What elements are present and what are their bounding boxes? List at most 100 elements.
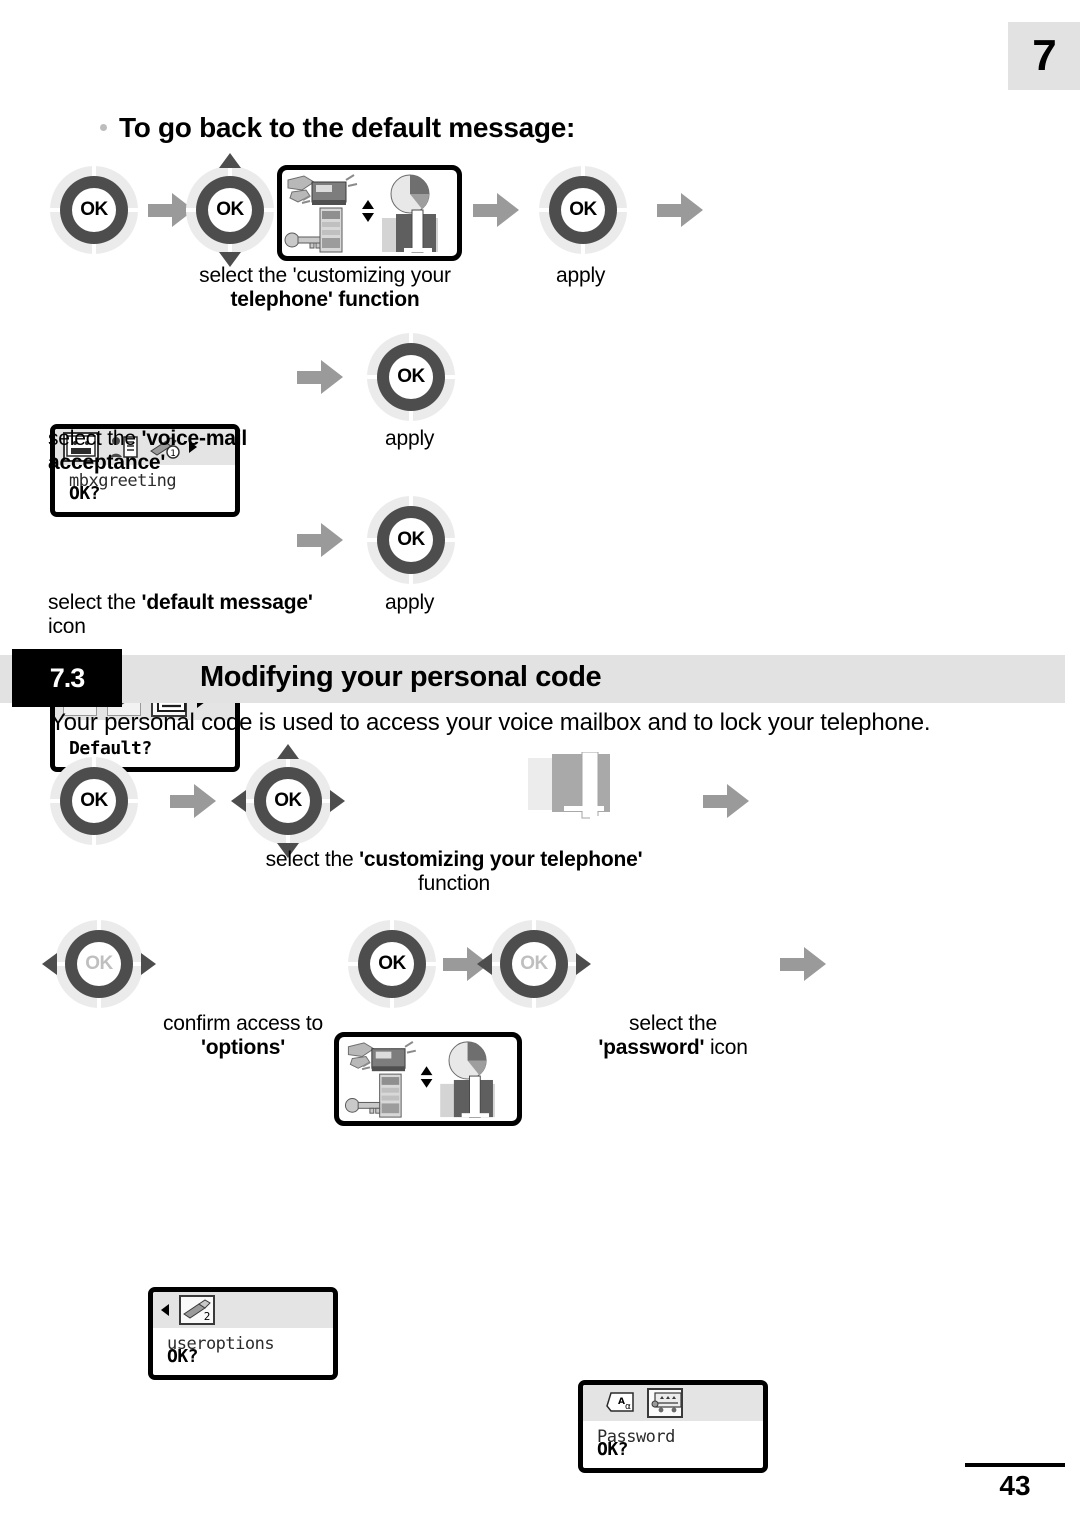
caption-select-customizing-telephone-2: select the 'customizing your telephone' … — [230, 848, 678, 895]
arrow-left-icon[interactable] — [477, 953, 492, 975]
nav-wheel-leftright-2[interactable]: OK — [477, 920, 591, 1008]
arrow-head — [321, 523, 343, 557]
ok-button-label[interactable]: OK — [389, 355, 433, 399]
flow-arrow-3 — [657, 193, 703, 227]
ok-button-label[interactable]: OK — [561, 188, 605, 232]
caption-line-2: telephone' function — [230, 287, 420, 311]
lcd-line-2: OK? — [167, 1346, 199, 1367]
ok-button-label[interactable]: OK — [72, 779, 116, 823]
caption-plain: select the — [48, 427, 142, 450]
svg-text:α: α — [625, 1402, 631, 1412]
arrow-shaft — [780, 958, 807, 971]
flow-arrow-2 — [473, 193, 519, 227]
keypad-icon[interactable] — [647, 1388, 683, 1418]
arrow-shaft — [657, 204, 684, 217]
arrow-shaft — [703, 795, 730, 808]
settings-tools-2-icon[interactable]: 2 — [179, 1295, 215, 1325]
arrow-left-icon[interactable] — [231, 790, 246, 812]
nav-wheel-4way-1[interactable]: OK — [231, 744, 345, 858]
pictogram-customizing-telephone-2 — [334, 1032, 522, 1126]
caption-apply-1: apply — [556, 264, 606, 287]
section-number-box: 7.3 — [12, 649, 122, 707]
caption-tail: icon — [704, 1035, 748, 1059]
ok-button-label[interactable]: OK — [389, 518, 433, 562]
pictogram-artwork — [284, 174, 438, 253]
pictogram-customizing-telephone — [277, 165, 462, 261]
ok-button-label[interactable]: OK — [208, 188, 252, 232]
lcd-line-2: Default? — [69, 738, 152, 759]
caption-select-voicemail-acceptance: select the 'voice-mail acceptance' — [48, 427, 318, 474]
caption-bold: 'customizing your telephone' — [359, 848, 643, 871]
caption-bold: 'password' — [598, 1035, 705, 1059]
lcd-line-2: OK? — [597, 1439, 629, 1460]
arrow-right-icon[interactable] — [330, 790, 345, 812]
arrow-head — [321, 360, 343, 394]
footer-rule — [965, 1463, 1065, 1467]
arrow-up-icon[interactable] — [219, 153, 241, 168]
arrow-head — [194, 784, 216, 818]
pictogram-ghost-artwork — [528, 751, 618, 820]
chapter-number: 7 — [1032, 31, 1057, 80]
arrow-shaft — [297, 371, 324, 384]
arrow-right-icon[interactable] — [576, 953, 591, 975]
bullet-heading-text: To go back to the default message: — [119, 112, 576, 143]
flow-arrow-7 — [703, 784, 749, 818]
arrow-head — [804, 947, 826, 981]
section-number: 7.3 — [49, 662, 86, 693]
caption-bold: 'options' — [200, 1035, 285, 1059]
arrow-right-icon[interactable] — [141, 953, 156, 975]
arrow-head — [497, 193, 519, 227]
caption-plain: select the — [265, 848, 360, 871]
ok-button-label[interactable]: OK — [512, 942, 556, 986]
caption-plain: select the — [629, 1012, 717, 1035]
pictogram-artwork — [344, 1041, 495, 1118]
arrow-shaft — [297, 534, 324, 547]
arrow-shaft — [148, 204, 175, 217]
arrow-shaft — [473, 204, 500, 217]
scroll-left-icon[interactable] — [161, 1304, 169, 1316]
flow-arrow-6 — [170, 784, 216, 818]
lcd-screen-password: A α Password OK? — [578, 1380, 768, 1473]
section-intro-text: Your personal code is used to access you… — [50, 709, 931, 736]
ok-button-label[interactable]: OK — [266, 779, 310, 823]
nav-wheel-ok-3[interactable]: OK — [367, 333, 455, 421]
bullet-heading: To go back to the default message: — [100, 112, 575, 144]
nav-wheel-updown-1[interactable]: OK — [186, 153, 274, 267]
caption-select-customizing-telephone: select the 'customizing your telephone' … — [180, 264, 470, 311]
arrow-left-icon[interactable] — [42, 953, 57, 975]
section-band: 7.3 Modifying your personal code — [0, 649, 1065, 707]
section-title: Modifying your personal code — [200, 661, 602, 693]
lcd-screen-useroptions: 2 useroptions OK? — [148, 1287, 338, 1380]
pictogram-ghost-overlay — [528, 751, 638, 830]
chapter-tab: 7 — [1008, 22, 1080, 90]
lcd-line-2: OK? — [69, 483, 101, 504]
nav-wheel-ok-5[interactable]: OK — [50, 757, 138, 845]
page-number: 43 — [999, 1470, 1031, 1501]
caption-plain: select the — [48, 591, 142, 614]
nav-wheel-ok-6[interactable]: OK — [348, 920, 436, 1008]
svg-text:A: A — [618, 1397, 625, 1407]
caption-tail: function — [418, 871, 490, 895]
caption-apply-3: apply — [385, 591, 435, 614]
lcd-icon-bar: A α — [583, 1385, 763, 1421]
arrow-up-icon[interactable] — [277, 744, 299, 759]
caption-tail: icon — [48, 614, 86, 638]
svg-text:2: 2 — [204, 1310, 211, 1322]
lcd-icon-bar: 2 — [153, 1292, 333, 1328]
nav-wheel-ok-2[interactable]: OK — [539, 166, 627, 254]
arrow-shaft — [170, 795, 197, 808]
flow-arrow-9 — [780, 947, 826, 981]
arrow-head — [681, 193, 703, 227]
arrow-head — [727, 784, 749, 818]
caption-line-1: select the 'customizing your — [199, 264, 451, 287]
nav-wheel-ok-1[interactable]: OK — [50, 166, 138, 254]
ok-button-label[interactable]: OK — [77, 942, 121, 986]
nav-wheel-ok-4[interactable]: OK — [367, 496, 455, 584]
nav-wheel-leftright-1[interactable]: OK — [42, 920, 156, 1008]
ok-button-label[interactable]: OK — [370, 942, 414, 986]
flow-arrow-4 — [297, 360, 343, 394]
flow-arrow-5 — [297, 523, 343, 557]
caption-plain: confirm access to — [163, 1012, 323, 1035]
alpha-entry-icon[interactable]: A α — [603, 1391, 634, 1415]
ok-button-label[interactable]: OK — [72, 188, 116, 232]
